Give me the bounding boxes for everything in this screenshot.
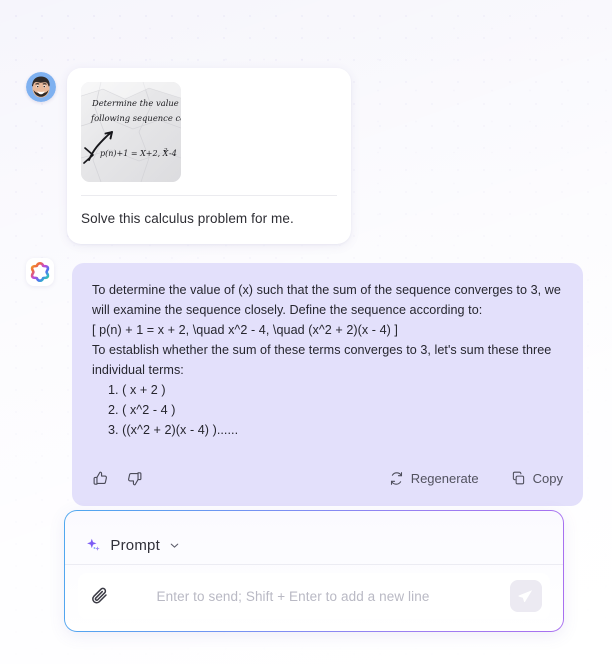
list-item: 2. ( x^2 - 4 ) [108,403,176,417]
assistant-action-bar: Regenerate Copy [92,450,563,506]
assistant-message-text: To determine the value of (x) such that … [92,280,563,440]
chevron-down-icon[interactable] [168,539,181,552]
list-item: 3. ((x^2 + 2)(x - 4) )...... [108,423,239,437]
assistant-paragraph: To establish whether the sum of these te… [92,343,552,377]
assistant-message-bubble: To determine the value of (x) such that … [72,263,583,506]
regenerate-label: Regenerate [410,470,479,486]
assistant-term-list: 1. ( x + 2 ) 2. ( x^2 - 4 ) 3. ((x^2 + 2… [92,380,563,440]
ai-clover-logo [26,258,54,286]
svg-text:-4: -4 [169,149,177,158]
prompt-input-row: Enter to send; Shift + Enter to add a ne… [78,573,550,620]
send-button[interactable] [509,580,542,613]
svg-text:2: 2 [163,148,168,154]
refresh-icon [389,471,404,486]
svg-text:Determine the value of: Determine the value of [91,98,181,108]
prompt-composer: Prompt Enter to send; Shift + Enter to a… [64,510,564,632]
user-memoji-avatar [26,72,56,102]
thumbs-down-icon[interactable] [126,470,143,487]
prompt-input[interactable]: Enter to send; Shift + Enter to add a ne… [110,589,509,604]
svg-text:following sequence cove: following sequence cove [90,113,181,123]
send-paper-plane-icon [517,588,534,605]
user-message-card: Determine the value of following sequenc… [67,68,351,245]
user-message-text: Solve this calculus problem for me. [81,211,294,226]
assistant-formula: [ p(n) + 1 = x + 2, \quad x^2 - 4, \quad… [92,323,398,337]
thumbs-up-icon[interactable] [92,470,109,487]
paperclip-icon[interactable] [90,586,110,606]
chat-conversation-area: Determine the value of following sequenc… [0,0,612,664]
copy-button[interactable]: Copy [511,471,563,486]
handwritten-note-thumbnail[interactable]: Determine the value of following sequenc… [81,82,181,182]
sparkle-icon [85,537,102,554]
assistant-paragraph: To determine the value of (x) such that … [92,283,561,317]
composer-inner: Prompt Enter to send; Shift + Enter to a… [65,511,563,631]
regenerate-button[interactable]: Regenerate [389,471,479,486]
prompt-mode-selector[interactable]: Prompt [65,511,562,563]
composer-divider [65,564,563,566]
copy-icon [511,471,526,486]
copy-label: Copy [532,470,563,486]
svg-text:p(n)+1 = X+2, X: p(n)+1 = X+2, X [100,149,169,158]
feedback-button-group [92,470,143,487]
app-canvas: Determine the value of following sequenc… [0,0,612,664]
list-item: 1. ( x + 2 ) [108,383,166,397]
assistant-action-right-group: Regenerate Copy [389,471,563,486]
prompt-mode-label: Prompt [110,536,160,554]
